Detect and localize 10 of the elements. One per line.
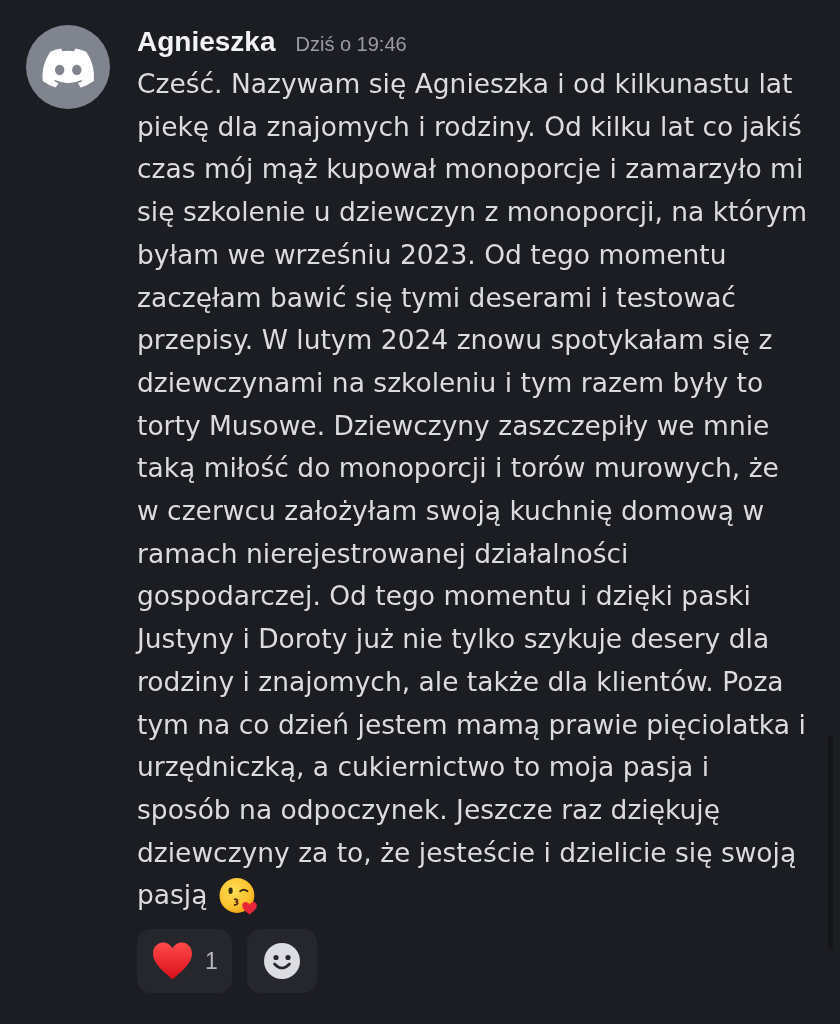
timestamp: Dziś o 19:46 [295, 32, 407, 57]
heart-icon [152, 941, 193, 982]
smiley-icon [263, 943, 300, 980]
reaction-count: 1 [205, 947, 218, 975]
avatar-icon[interactable] [26, 25, 110, 109]
kissing-emoji-icon [219, 876, 258, 915]
message-text: pasją [137, 878, 208, 913]
username[interactable]: Agnieszka [137, 25, 276, 59]
add-reaction-button[interactable] [246, 929, 317, 994]
heart-reaction-button[interactable]: 1 [137, 929, 232, 994]
